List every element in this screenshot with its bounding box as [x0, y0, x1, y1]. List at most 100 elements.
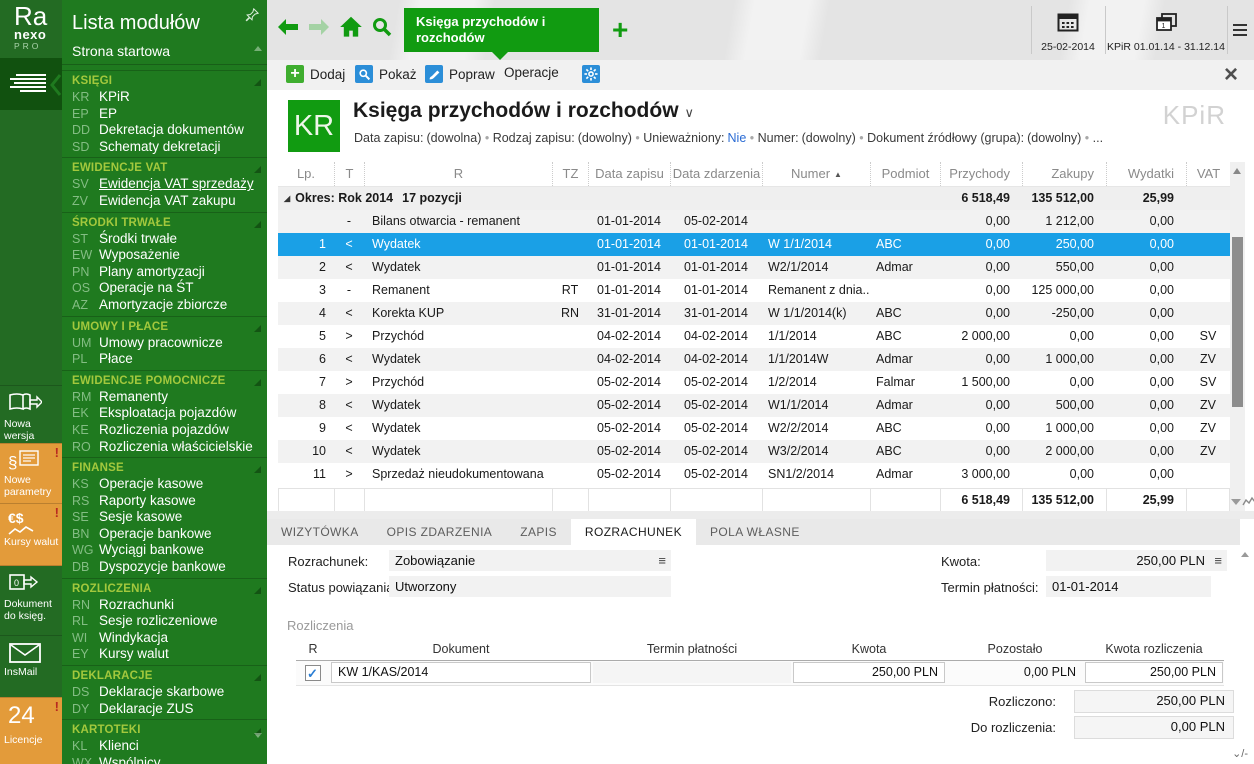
termin-field[interactable]: 01-01-2014 — [1046, 576, 1211, 597]
rail-button-insmail[interactable]: InsMail — [0, 635, 62, 698]
sidebar-item[interactable]: RORozliczenia właścicielskie — [62, 439, 267, 456]
sidebar-item[interactable]: KSIĘGI — [62, 70, 267, 89]
sidebar-item[interactable]: STŚrodki trwałe — [62, 231, 267, 248]
rail-button-dokument-do-ksieg[interactable]: 0 Dokument do księg. — [0, 565, 62, 636]
sidebar-item[interactable]: DDDekretacja dokumentów — [62, 122, 267, 139]
rozl-rozliczenie-value[interactable]: 250,00 PLN — [1085, 662, 1223, 683]
sidebar-scroll-down-icon[interactable] — [254, 733, 262, 738]
sidebar-item[interactable]: EPEP — [62, 106, 267, 123]
sidebar-item[interactable]: OSOperacje na ŚT — [62, 280, 267, 297]
field-menu-icon[interactable]: ≡ — [658, 550, 666, 571]
column-header-vat[interactable]: VAT — [1186, 162, 1230, 186]
sidebar-item[interactable]: DEKLARACJE — [62, 665, 267, 684]
title-chevron-down-icon[interactable]: ∨ — [685, 105, 695, 120]
settings-button[interactable] — [582, 65, 600, 83]
table-row[interactable]: - Bilans otwarcia - remanent 01-01-2014 … — [278, 210, 1230, 233]
sidebar-item[interactable]: EWIDENCJE VAT — [62, 157, 267, 176]
back-icon[interactable] — [276, 18, 300, 41]
table-row[interactable]: 9 < Wydatek 05-02-2014 05-02-2014 W2/2/2… — [278, 417, 1230, 440]
filter-value[interactable]: (dowolna) — [426, 131, 481, 145]
table-row[interactable]: 3 - Remanent RT 01-01-2014 01-01-2014 Re… — [278, 279, 1230, 302]
sidebar-item[interactable]: KERozliczenia pojazdów — [62, 422, 267, 439]
group-expand-icon[interactable]: ◢ — [284, 187, 290, 210]
sidebar-item[interactable]: EWIDENCJE POMOCNICZE — [62, 370, 267, 389]
search-icon[interactable] — [371, 16, 393, 43]
work-date-button[interactable]: 25-02-2014 — [1032, 0, 1104, 60]
group-row[interactable]: ◢Okres: Rok 201417 pozycji 6 518,49 135 … — [278, 187, 1230, 210]
sidebar-item[interactable]: DSDeklaracje skarbowe — [62, 684, 267, 701]
table-row[interactable]: 8 < Wydatek 05-02-2014 05-02-2014 W1/1/2… — [278, 394, 1230, 417]
sidebar-item[interactable]: KARTOTEKI — [62, 719, 267, 738]
corner-resize-glyph[interactable]: ⌄/- — [1232, 747, 1248, 760]
column-header-t[interactable]: T — [334, 162, 364, 186]
tab-opis-zdarzenia[interactable]: OPIS ZDARZENIA — [373, 519, 507, 545]
sidebar-item[interactable]: KRKPiR — [62, 89, 267, 106]
pin-icon[interactable] — [245, 8, 259, 22]
new-tab-plus-icon[interactable]: + — [612, 14, 628, 46]
sidebar-item[interactable]: FINANSE — [62, 457, 267, 476]
home-icon[interactable] — [339, 15, 363, 44]
filter-value[interactable]: Nie — [728, 131, 747, 145]
sidebar-item[interactable]: RSRaporty kasowe — [62, 493, 267, 510]
sidebar-item[interactable]: DYDeklaracje ZUS — [62, 701, 267, 718]
kwota-field[interactable]: 250,00 PLN≡ — [1046, 550, 1227, 571]
close-view-icon[interactable]: × — [1224, 61, 1238, 89]
sidebar-item[interactable]: WGWyciągi bankowe — [62, 542, 267, 559]
rozl-cell-rozliczenie[interactable]: 250,00 PLN — [1084, 661, 1224, 685]
filter-item[interactable]: Dokument źródłowy (grupa):(dowolny) — [856, 131, 1082, 145]
sidebar-item[interactable]: SVEwidencja VAT sprzedaży — [62, 176, 267, 193]
sidebar-item[interactable]: PNPlany amortyzacji — [62, 264, 267, 281]
sidebar-item[interactable]: ŚRODKI TRWAŁE — [62, 212, 267, 231]
column-header-wydatki[interactable]: Wydatki — [1106, 162, 1186, 186]
table-row[interactable]: 6 < Wydatek 04-02-2014 04-02-2014 1/1/20… — [278, 348, 1230, 371]
rail-button-nowa-wersja[interactable]: Nowa wersja — [0, 385, 62, 444]
table-row[interactable]: 11 > Sprzedaż nieudokumentowana 05-02-20… — [278, 463, 1230, 486]
sidebar-item[interactable]: ROZLICZENIA — [62, 578, 267, 597]
sidebar-item[interactable]: RLSesje rozliczeniowe — [62, 613, 267, 630]
column-header-zakupy[interactable]: Zakupy — [1022, 162, 1106, 186]
filter-value[interactable]: (dowolny) — [578, 131, 632, 145]
sidebar-item[interactable]: WIWindykacja — [62, 630, 267, 647]
sidebar-item[interactable]: PLPłace — [62, 351, 267, 368]
tab-wizytowka[interactable]: WIZYTÓWKA — [267, 519, 373, 545]
summary-collapse-icon[interactable] — [1231, 499, 1241, 505]
table-row[interactable]: 1 < Wydatek 01-01-2014 01-01-2014 W 1/1/… — [278, 233, 1230, 256]
field-menu-icon[interactable]: ≡ — [1214, 550, 1222, 571]
operations-button[interactable]: Operacje — [504, 65, 559, 80]
column-header-r[interactable]: R — [364, 162, 552, 186]
table-row[interactable]: 5 > Przychód 04-02-2014 04-02-2014 1/1/2… — [278, 325, 1230, 348]
sidebar-scroll-up-icon[interactable] — [254, 46, 262, 51]
filter-item[interactable]: Numer:(dowolny) — [746, 131, 856, 145]
rozl-cell-dokument[interactable]: KW 1/KAS/2014 — [330, 661, 592, 685]
column-header-tz[interactable]: TZ — [552, 162, 588, 186]
sidebar-item[interactable]: SESesje kasowe — [62, 509, 267, 526]
sidebar-item[interactable]: UMUmowy pracownicze — [62, 335, 267, 352]
table-row[interactable]: 4 < Korekta KUP RN 31-01-2014 31-01-2014… — [278, 302, 1230, 325]
scrollbar-thumb[interactable] — [1232, 237, 1243, 407]
module-list-button[interactable] — [0, 58, 62, 110]
sidebar-item[interactable]: BNOperacje bankowe — [62, 526, 267, 543]
sidebar-item-strona-startowa[interactable]: Strona startowa — [62, 41, 267, 65]
column-header-data-zdarzenia[interactable]: Data zdarzenia — [670, 162, 762, 186]
rozrachunek-field[interactable]: Zobowiązanie≡ — [389, 550, 671, 571]
filter-item[interactable]: Unieważniony:Nie — [632, 131, 746, 145]
grid-vertical-scrollbar[interactable] — [1230, 162, 1245, 511]
settlement-checkbox[interactable]: ✓ — [305, 665, 321, 681]
column-header-data-zapisu[interactable]: Data zapisu — [588, 162, 670, 186]
tab-ksiega-przychodow[interactable]: Księga przychodów i rozchodów — [404, 8, 599, 52]
sidebar-item[interactable]: KLKlienci — [62, 738, 267, 755]
sidebar-item[interactable]: EYKursy walut — [62, 646, 267, 663]
sidebar-item[interactable]: WXWspólnicy — [62, 755, 267, 764]
sidebar-item[interactable]: RNRozrachunki — [62, 597, 267, 614]
period-button[interactable]: 1 KPiR 01.01.14 - 31.12.14 — [1106, 0, 1226, 60]
app-menu-icon[interactable] — [1233, 24, 1247, 36]
panel-scroll-up-icon[interactable] — [1241, 552, 1249, 557]
filter-value[interactable]: (dowolny) — [1027, 131, 1081, 145]
table-row[interactable]: 2 < Wydatek 01-01-2014 01-01-2014 W2/1/2… — [278, 256, 1230, 279]
column-header-lp[interactable]: Lp. — [278, 162, 334, 186]
filter-item[interactable]: Rodzaj zapisu:(dowolny) — [481, 131, 632, 145]
filter-item[interactable]: Data zapisu:(dowolna) — [354, 131, 481, 145]
sidebar-item[interactable]: KSOperacje kasowe — [62, 476, 267, 493]
table-row[interactable]: 10 < Wydatek 05-02-2014 05-02-2014 W3/2/… — [278, 440, 1230, 463]
sidebar-item[interactable]: SDSchematy dekretacji — [62, 139, 267, 156]
